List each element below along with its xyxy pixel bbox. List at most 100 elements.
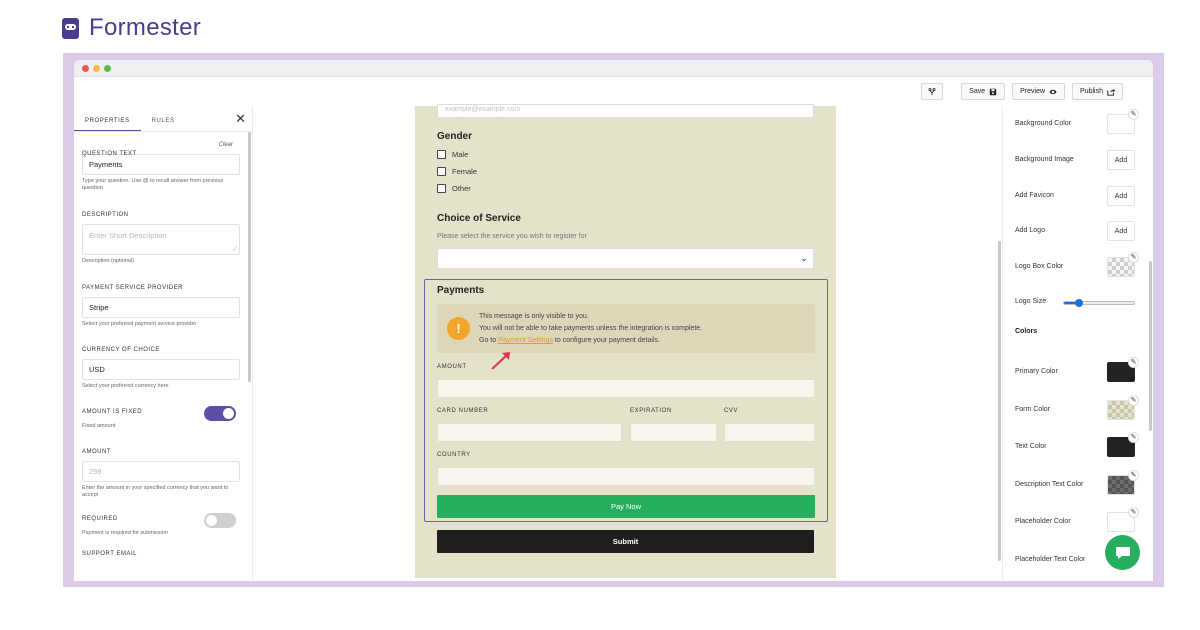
payment-settings-link[interactable]: Payment Settings <box>498 337 553 344</box>
window-titlebar <box>74 60 1153 77</box>
window-close-dot[interactable] <box>82 64 89 72</box>
provider-label: PAYMENT SERVICE PROVIDER <box>82 285 183 291</box>
amount-fixed-toggle[interactable] <box>204 406 236 421</box>
currency-select[interactable]: USD <box>82 359 240 380</box>
resize-handle-icon[interactable]: ⟋ <box>233 247 237 254</box>
chat-bubble-icon <box>1115 546 1130 559</box>
required-hint: Payment is required for submission <box>82 530 168 536</box>
card-number-input[interactable] <box>437 423 622 442</box>
publish-button[interactable]: Publish <box>1072 83 1123 100</box>
red-arrow-icon <box>491 352 510 370</box>
submit-button[interactable]: Submit <box>437 530 814 553</box>
text-color-swatch[interactable]: ✎ <box>1107 432 1139 457</box>
form-canvas: example@example.com Gender Male Female O… <box>415 104 836 578</box>
add-logo-button[interactable]: Add <box>1107 221 1135 241</box>
chat-widget-button[interactable] <box>1105 535 1140 570</box>
properties-panel: PROPERTIES RULES ✕ QUESTION TEXT Clear P… <box>74 106 253 581</box>
checkbox[interactable] <box>437 184 446 193</box>
placeholder-color-swatch[interactable]: ✎ <box>1107 507 1139 532</box>
window-maximize-dot[interactable] <box>104 64 111 72</box>
checkbox[interactable] <box>437 150 446 159</box>
canvas-scrollbar[interactable] <box>998 241 1001 561</box>
notice-line-3: Go to Payment Settings to configure your… <box>479 337 660 344</box>
question-text-input[interactable]: Payments <box>82 154 240 175</box>
logo-box-color-swatch[interactable]: ✎ <box>1107 252 1139 277</box>
support-email-label: SUPPORT EMAIL <box>82 551 137 557</box>
pencil-icon[interactable]: ✎ <box>1128 357 1139 368</box>
email-input[interactable]: example@example.com <box>437 104 814 118</box>
notice-line-1: This message is only visible to you. <box>479 313 589 320</box>
amount-input[interactable]: 299 <box>82 461 240 482</box>
branch-icon <box>928 87 936 95</box>
payments-block[interactable]: Payments ! This message is only visible … <box>424 279 828 522</box>
pencil-icon[interactable]: ✎ <box>1128 432 1139 443</box>
amount-field-input[interactable] <box>437 379 815 398</box>
logo-size-slider[interactable] <box>1063 299 1135 307</box>
brand-name: Formester <box>89 14 202 41</box>
amount-field-label: AMOUNT <box>437 364 467 370</box>
country-input[interactable] <box>437 467 815 486</box>
background-color-row: Background Color ✎ <box>1015 109 1139 136</box>
top-toolbar: Save Preview Publish <box>74 77 1153 106</box>
expiration-input[interactable] <box>630 423 717 442</box>
version-button[interactable] <box>921 83 944 100</box>
add-background-image-button[interactable]: Add <box>1107 150 1135 170</box>
payments-title: Payments <box>437 285 485 296</box>
provider-select[interactable]: Stripe <box>82 297 240 318</box>
amount-label: AMOUNT <box>82 449 111 455</box>
formester-logo-icon <box>62 17 79 39</box>
currency-label: CURRENCY OF CHOICE <box>82 347 160 353</box>
design-panel: Background Color ✎ Background Image Add … <box>1002 106 1153 581</box>
logo-box-color-row: Logo Box Color ✎ <box>1015 252 1139 279</box>
service-title: Choice of Service <box>437 213 521 224</box>
placeholder-color-row: Placeholder Color ✎ <box>1015 507 1139 534</box>
pencil-icon[interactable]: ✎ <box>1128 395 1139 406</box>
form-color-swatch[interactable]: ✎ <box>1107 395 1139 420</box>
primary-color-swatch[interactable]: ✎ <box>1107 357 1139 382</box>
description-hint: Description (optional) <box>82 258 134 264</box>
pencil-icon[interactable]: ✎ <box>1128 507 1139 518</box>
gender-title: Gender <box>437 131 473 142</box>
description-label: DESCRIPTION <box>82 212 129 218</box>
description-text-color-swatch[interactable]: ✎ <box>1107 470 1139 495</box>
gender-option-male[interactable]: Male <box>437 150 468 159</box>
tab-properties[interactable]: PROPERTIES <box>74 118 141 131</box>
form-color-row: Form Color ✎ <box>1015 395 1139 422</box>
gender-option-other[interactable]: Other <box>437 184 471 193</box>
cvv-input[interactable] <box>724 423 815 442</box>
pay-now-button[interactable]: Pay Now <box>437 495 815 518</box>
warning-icon: ! <box>447 317 470 340</box>
pencil-icon[interactable]: ✎ <box>1128 109 1139 120</box>
clear-link[interactable]: Clear <box>219 142 233 148</box>
colors-heading: Colors <box>1015 328 1038 335</box>
checkbox[interactable] <box>437 167 446 176</box>
question-text-hint: Type your question. Use @ to recall answ… <box>82 178 224 191</box>
save-button[interactable]: Save <box>961 83 1006 100</box>
slider-thumb[interactable] <box>1074 299 1083 307</box>
service-select[interactable]: ⌄ <box>437 248 814 269</box>
brand: Formester <box>62 14 201 42</box>
cvv-label: CVV <box>724 408 739 414</box>
gender-option-female[interactable]: Female <box>437 167 477 176</box>
preview-button[interactable]: Preview <box>1012 83 1066 100</box>
background-image-row: Background Image Add <box>1015 150 1135 172</box>
amount-hint: Enter the amount in your specified curre… <box>82 485 229 498</box>
add-favicon-button[interactable]: Add <box>1107 186 1135 206</box>
tab-rules[interactable]: RULES <box>141 118 186 131</box>
panel-tabs: PROPERTIES RULES ✕ <box>74 106 252 132</box>
currency-hint: Select your preferred currency here <box>82 383 169 389</box>
pencil-icon[interactable]: ✎ <box>1128 470 1139 481</box>
share-icon <box>1107 88 1115 96</box>
integration-notice: ! This message is only visible to you. Y… <box>437 304 815 353</box>
close-icon[interactable]: ✕ <box>235 112 246 125</box>
right-scrollbar[interactable] <box>1149 261 1152 431</box>
background-color-swatch[interactable]: ✎ <box>1107 109 1139 134</box>
description-textarea[interactable]: Enter Short Description ⟋ <box>82 224 240 255</box>
expiration-label: EXPIRATION <box>630 408 672 414</box>
required-toggle[interactable] <box>204 513 236 528</box>
add-logo-row: Add Logo Add <box>1015 221 1135 243</box>
pencil-icon[interactable]: ✎ <box>1128 252 1139 263</box>
screenshot-frame: Save Preview Publish PROPERTIES RULES ✕ <box>63 53 1164 587</box>
provider-hint: Select your preferred payment service pr… <box>82 321 197 327</box>
window-minimize-dot[interactable] <box>93 64 100 72</box>
